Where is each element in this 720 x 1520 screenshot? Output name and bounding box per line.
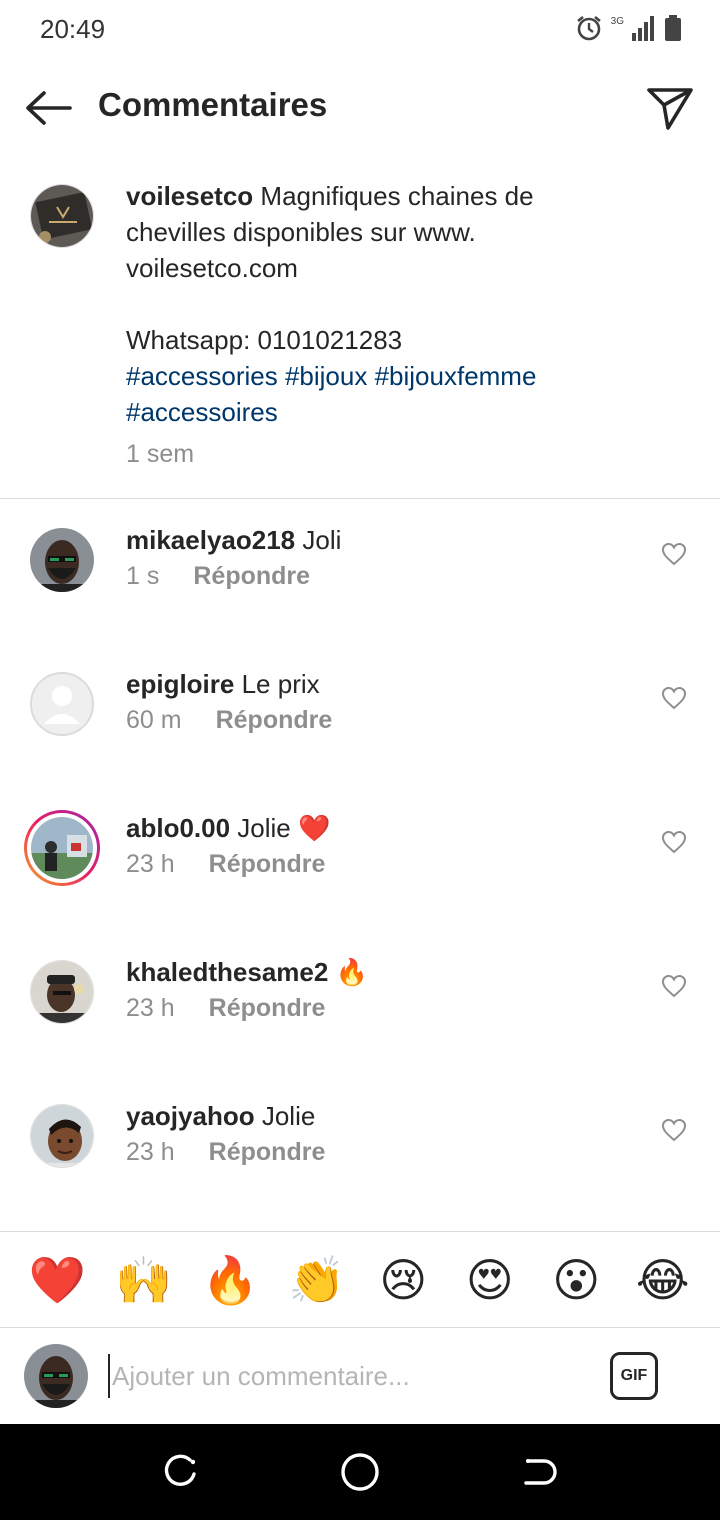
heart-outline-icon [661, 542, 687, 566]
caption-hashtags[interactable]: #accessoires [126, 394, 686, 430]
comment-username[interactable]: ablo0.00 [126, 813, 230, 843]
battery-icon [664, 15, 682, 46]
alarm-icon [575, 14, 603, 47]
share-button[interactable] [642, 80, 698, 136]
caption-hashtags[interactable]: #accessories #bijoux #bijouxfemme [126, 358, 686, 394]
comment-timestamp: 60 m [126, 706, 182, 734]
status-icons: 3G [575, 14, 682, 47]
avatar[interactable] [30, 672, 94, 736]
comment-timestamp: 23 h [126, 1138, 175, 1166]
emoji-reaction-bar: ❤️ 🙌 🔥 👏 😢 😍 😮 😂 [0, 1232, 720, 1328]
comment-input[interactable] [108, 1354, 588, 1398]
comment-username[interactable]: epigloire [126, 669, 234, 699]
reply-button[interactable]: Répondre [209, 994, 326, 1023]
divider [0, 498, 720, 499]
comment-item: khaledthesame2 🔥 23 h Répondre [0, 954, 720, 1098]
caption-line: chevilles disponibles sur www. [126, 217, 476, 247]
heart-outline-icon [661, 1118, 687, 1142]
emoji-laughing-button[interactable]: 😂 [631, 1257, 695, 1303]
heart-outline-icon [661, 686, 687, 710]
caption-link[interactable]: voilesetco.com [126, 250, 686, 286]
comment-text: Joli [302, 525, 342, 555]
like-button[interactable] [658, 826, 690, 858]
comment-text: 🔥 [335, 957, 368, 987]
heart-outline-icon [661, 974, 687, 998]
comment-item: mikaelyao218 Joli 1 s Répondre [0, 522, 720, 666]
recent-apps-icon [164, 1454, 196, 1486]
reply-button[interactable]: Répondre [209, 850, 326, 879]
emoji-raised-hands-button[interactable]: 🙌 [112, 1257, 176, 1303]
back-button[interactable] [22, 84, 74, 132]
avatar[interactable] [30, 184, 94, 248]
gif-button[interactable]: GIF [610, 1352, 658, 1400]
reply-button[interactable]: Répondre [209, 1138, 326, 1167]
caption-username[interactable]: voilesetco [126, 181, 253, 211]
comment-composer: GIF [0, 1328, 720, 1424]
comment-item: epigloire Le prix 60 m Répondre [0, 666, 720, 810]
like-button[interactable] [658, 682, 690, 714]
home-button[interactable] [338, 1450, 382, 1494]
reply-button[interactable]: Répondre [193, 562, 310, 591]
back-nav-button[interactable] [516, 1450, 560, 1494]
comment-timestamp: 23 h [126, 850, 175, 878]
avatar[interactable] [30, 960, 94, 1024]
comment-text: Jolie ❤️ [237, 813, 331, 843]
comment-item: ablo0.00 Jolie ❤️ 23 h Répondre [0, 810, 720, 954]
emoji-heart-eyes-button[interactable]: 😍 [458, 1257, 522, 1303]
heart-outline-icon [661, 830, 687, 854]
default-avatar-icon [32, 674, 92, 734]
like-button[interactable] [658, 1114, 690, 1146]
comment-username[interactable]: yaojyahoo [126, 1101, 255, 1131]
story-ring-avatar[interactable] [24, 810, 100, 886]
caption-line: Magnifiques chaines de [260, 181, 534, 211]
reply-button[interactable]: Répondre [216, 706, 333, 735]
comment-username[interactable]: mikaelyao218 [126, 525, 295, 555]
send-icon [647, 88, 693, 130]
page-title: Commentaires [98, 86, 328, 123]
recent-apps-button[interactable] [158, 1450, 202, 1494]
emoji-clap-button[interactable]: 👏 [285, 1257, 349, 1303]
system-nav-bar [0, 1424, 720, 1520]
arrow-left-icon [26, 91, 72, 125]
status-bar: 20:49 3G [0, 0, 720, 60]
status-time: 20:49 [40, 14, 106, 44]
emoji-surprised-button[interactable]: 😮 [544, 1257, 608, 1303]
caption-whatsapp: Whatsapp: 0101021283 [126, 325, 403, 355]
emoji-fire-button[interactable]: 🔥 [198, 1257, 262, 1303]
comment-text: Le prix [241, 669, 320, 699]
comment-timestamp: 1 s [126, 562, 160, 590]
like-button[interactable] [658, 538, 690, 570]
emoji-crying-button[interactable]: 😢 [371, 1257, 435, 1303]
back-nav-icon [524, 1459, 557, 1485]
header: Commentaires [0, 60, 720, 156]
avatar[interactable] [30, 528, 94, 592]
avatar[interactable] [30, 1104, 94, 1168]
signal-icon [632, 15, 656, 46]
comment-username[interactable]: khaledthesame2 [126, 957, 328, 987]
home-circle-icon [341, 1453, 379, 1491]
network-type-label: 3G [610, 16, 624, 27]
caption-timestamp: 1 sem [126, 440, 195, 468]
comment-text: Jolie [261, 1101, 316, 1131]
like-button[interactable] [658, 970, 690, 1002]
emoji-heart-button[interactable]: ❤️ [25, 1257, 89, 1303]
comment-item: yaojyahoo Jolie 23 h Répondre [0, 1098, 720, 1242]
caption-text: voilesetco Magnifiques chaines de chevil… [126, 178, 686, 430]
comment-timestamp: 23 h [126, 994, 175, 1022]
current-user-avatar [24, 1344, 88, 1408]
